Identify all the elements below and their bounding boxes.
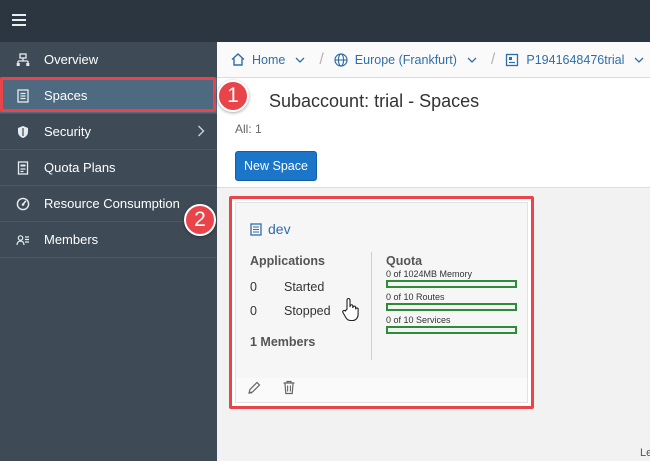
started-count: 0 — [250, 280, 257, 294]
page-title: Subaccount: trial - Spaces — [269, 91, 480, 111]
corner-text: Le — [640, 447, 650, 459]
sidebar-item-members[interactable]: Members — [0, 222, 217, 258]
home-icon — [231, 53, 245, 66]
space-card-body: dev Applications 0 Started 0 Stopped 1 Mem… — [236, 203, 527, 378]
globe-icon — [334, 52, 348, 67]
sidebar: Overview Spaces Security Quota Plans Res… — [0, 42, 217, 461]
quota-bar — [386, 326, 517, 334]
chevron-down-icon — [467, 57, 477, 63]
shield-icon — [16, 125, 30, 139]
sidebar-item-label: Quota Plans — [44, 160, 116, 175]
space-name: dev — [268, 221, 291, 237]
stopped-label: Stopped — [284, 304, 331, 318]
sidebar-item-quota-plans[interactable]: Quota Plans — [0, 150, 217, 186]
chevron-right-icon — [197, 125, 205, 140]
space-card[interactable]: dev Applications 0 Started 0 Stopped 1 Mem… — [235, 202, 528, 403]
breadcrumb: Home / Europe (Frankfurt) / P1941648476t… — [217, 42, 650, 78]
sidebar-item-label: Members — [44, 232, 99, 247]
quota-label: 0 of 1024MB Memory — [386, 269, 473, 279]
chevron-down-icon — [634, 57, 644, 63]
pencil-icon[interactable] — [247, 381, 261, 400]
trash-icon[interactable] — [282, 380, 296, 400]
members-count: 1 Members — [250, 335, 316, 349]
quota-title: Quota — [386, 254, 423, 268]
new-space-button[interactable]: New Space — [235, 151, 317, 181]
top-bar — [0, 0, 650, 42]
applications-title: Applications — [250, 254, 326, 268]
members-icon — [16, 233, 30, 247]
sidebar-item-label: Security — [44, 124, 91, 139]
menu-icon[interactable] — [12, 14, 26, 26]
chevron-down-icon — [295, 57, 305, 63]
quota-bar — [386, 280, 517, 288]
sidebar-item-security[interactable]: Security — [0, 114, 217, 150]
breadcrumb-home[interactable]: Home — [231, 53, 315, 67]
breadcrumb-separator: / — [319, 50, 324, 68]
stopped-count: 0 — [250, 304, 257, 318]
gauge-icon — [16, 197, 30, 211]
divider — [371, 252, 372, 360]
stopped-row: 0 Stopped — [250, 304, 331, 318]
overview-icon — [16, 52, 30, 67]
started-label: Started — [284, 280, 325, 294]
annotation-badge-1: 1 — [217, 80, 249, 112]
account-icon — [506, 53, 519, 66]
sidebar-item-label: Spaces — [44, 88, 88, 103]
started-row: 0 Started — [250, 280, 324, 294]
quota-routes: 0 of 10 Routes — [386, 292, 517, 311]
breadcrumb-region-label: Europe (Frankfurt) — [354, 52, 457, 67]
breadcrumb-separator: / — [490, 50, 496, 68]
space-card-footer — [236, 378, 527, 402]
breadcrumb-region[interactable]: Europe (Frankfurt) — [334, 53, 487, 67]
quota-memory: 0 of 1024MB Memory — [386, 269, 517, 288]
breadcrumb-account-label: P1941648476trial — [526, 52, 625, 67]
quota-bar — [386, 303, 517, 311]
space-count: All: 1 — [235, 122, 262, 136]
sidebar-item-spaces[interactable]: Spaces — [0, 78, 217, 114]
quota-plans-icon — [16, 160, 30, 175]
quota-label: 0 of 10 Services — [386, 315, 451, 325]
page-header: Subaccount: trial - Spaces All: 1 New Sp… — [217, 78, 650, 188]
space-name-link[interactable]: dev — [250, 221, 291, 237]
hand-cursor-icon — [341, 297, 361, 328]
quota-services: 0 of 10 Services — [386, 315, 517, 334]
breadcrumb-account[interactable]: P1941648476trial — [505, 53, 650, 67]
spaces-icon — [16, 88, 30, 103]
breadcrumb-home-label: Home — [252, 52, 286, 67]
sidebar-item-label: Overview — [44, 52, 99, 67]
space-icon — [250, 222, 262, 236]
sidebar-item-label: Resource Consumption — [44, 196, 180, 211]
annotation-badge-2: 2 — [184, 204, 216, 236]
highlight-space-card: dev Applications 0 Started 0 Stopped 1 Mem… — [229, 196, 534, 409]
sidebar-item-overview[interactable]: Overview — [0, 42, 217, 78]
quota-label: 0 of 10 Routes — [386, 292, 445, 302]
